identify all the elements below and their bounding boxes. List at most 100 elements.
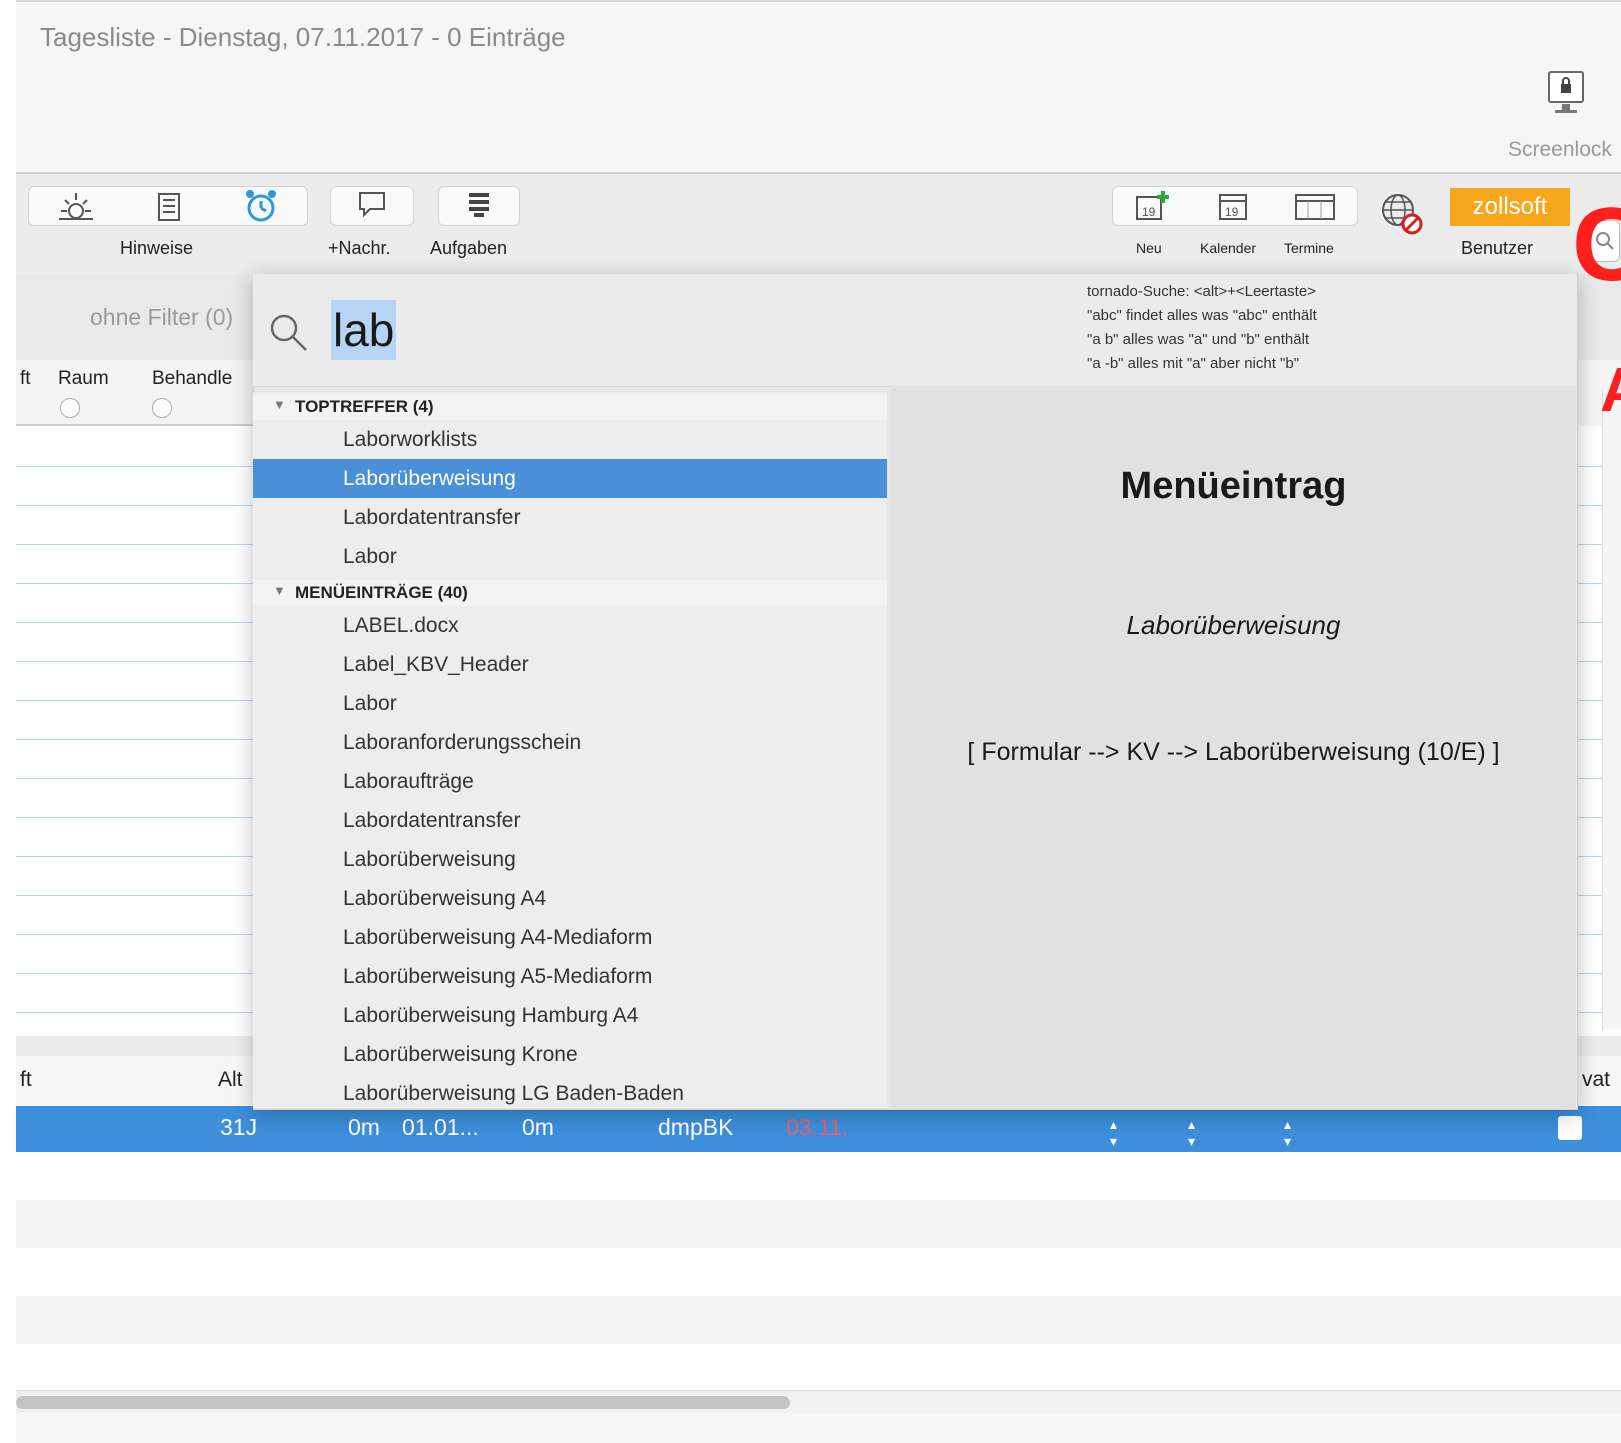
list-item[interactable]: Laborüberweisung A5-Mediaform	[253, 957, 887, 996]
search-input[interactable]: lab	[331, 300, 397, 360]
list-item-selected[interactable]: Laborüberweisung	[253, 459, 887, 498]
column-header-behandler[interactable]: Behandle	[152, 368, 232, 390]
cell-date: 01.01...	[402, 1114, 479, 1140]
list-item-label: Labordatentransfer	[343, 809, 521, 832]
list-item-label: Labor	[343, 545, 397, 568]
benutzer-label: Benutzer	[1461, 238, 1534, 258]
new-appointment-icon[interactable]: 19	[1133, 189, 1173, 228]
nachr-label: +Nachr.	[328, 238, 391, 258]
annotation-letter-c: C	[1572, 187, 1621, 303]
stepper-icon[interactable]: ▴ ▾	[1284, 1116, 1291, 1150]
list-item-label: Laborworklists	[343, 428, 478, 451]
cell-code: dmpBK	[658, 1114, 734, 1140]
appointments-icon[interactable]	[1293, 189, 1337, 228]
left-margin	[0, 0, 16, 1441]
hinweise-button-group	[28, 186, 308, 226]
list-item[interactable]: Labordatentransfer	[253, 498, 887, 537]
list-item[interactable]: Laborworklists	[253, 420, 887, 459]
list-item[interactable]: Laboraufträge	[253, 762, 887, 801]
svg-text:19: 19	[1142, 205, 1156, 219]
list-item-label: Laborüberweisung Hamburg A4	[343, 1004, 639, 1027]
offline-globe-icon[interactable]	[1378, 190, 1426, 243]
table-row[interactable]	[16, 1152, 1621, 1200]
section-title: MENÜEINTRÄGE (40)	[295, 583, 468, 602]
list-item-label: Laborüberweisung	[343, 848, 516, 871]
annotation-letter-a: A	[1600, 360, 1621, 422]
detail-item-name: Laborüberweisung	[1126, 610, 1341, 640]
list-item-label: Laboraufträge	[343, 770, 474, 793]
behandler-filter-radio[interactable]	[152, 398, 172, 418]
list-item[interactable]: Laborüberweisung A4-Mediaform	[253, 918, 887, 957]
disclosure-triangle-icon[interactable]: ▼	[273, 397, 286, 412]
stepper-icon[interactable]: ▴ ▾	[1110, 1116, 1117, 1150]
screenlock-icon[interactable]	[1535, 70, 1595, 124]
column-header-raum[interactable]: Raum	[58, 368, 109, 390]
popup-search-bar	[253, 274, 1576, 387]
table-row[interactable]	[16, 1200, 1621, 1248]
help-line: "a b" alles was "a" und "b" enthält	[1087, 331, 1310, 348]
lower-column-header-alter[interactable]: Alt	[218, 1068, 243, 1092]
calendar-icon[interactable]: 19	[1215, 189, 1251, 228]
detail-heading: Menüeintrag	[1120, 465, 1347, 507]
horizontal-scroll-thumb[interactable]	[16, 1396, 790, 1409]
aufgaben-label: Aufgaben	[430, 238, 508, 258]
lower-column-header-ft[interactable]: ft	[20, 1068, 32, 1092]
window-title: Tagesliste - Dienstag, 07.11.2017 - 0 Ei…	[40, 22, 566, 52]
help-line: "abc" findet alles was "abc" enthält	[1087, 307, 1317, 324]
list-item[interactable]: Laborüberweisung Hamburg A4	[253, 996, 887, 1035]
list-item[interactable]: Labor	[253, 537, 887, 576]
raum-filter-radio[interactable]	[60, 398, 80, 418]
list-item-label: Laborüberweisung A4	[343, 887, 547, 910]
user-brand-badge[interactable]: zollsoft	[1450, 188, 1570, 226]
list-item-label: LABEL.docx	[343, 614, 459, 637]
speech-bubble-icon	[357, 190, 387, 223]
stepper-icon[interactable]: ▴ ▾	[1188, 1116, 1195, 1150]
termine-label: Termine	[1284, 240, 1334, 256]
section-header-toptreffer[interactable]: ▼ TOPTREFFER (4)	[253, 394, 887, 420]
sun-icon[interactable]	[57, 191, 95, 228]
hinweise-label: Hinweise	[120, 238, 194, 258]
new-message-button[interactable]	[330, 186, 414, 226]
list-item-label: Label_KBV_Header	[343, 653, 529, 676]
list-item[interactable]: Labor	[253, 684, 887, 723]
cell-red-date: 03.11.	[786, 1114, 849, 1140]
list-item-label: Labordatentransfer	[343, 506, 521, 529]
column-header-ft[interactable]: ft	[20, 368, 31, 390]
alarm-clock-icon[interactable]	[243, 187, 279, 230]
table-row[interactable]	[16, 1344, 1621, 1390]
list-item-label: Laborüberweisung A4-Mediaform	[343, 926, 653, 949]
search-icon	[266, 310, 312, 356]
list-item[interactable]: Label_KBV_Header	[253, 645, 887, 684]
section-title: TOPTREFFER (4)	[295, 397, 434, 416]
neu-label: Neu	[1136, 240, 1162, 256]
table-row-selected[interactable]: 31J 0m 01.01... 0m dmpBK 03.11. ▴ ▾ ▴ ▾ ▴ ▾	[16, 1106, 1621, 1152]
filter-label[interactable]: ohne Filter (0)	[90, 304, 233, 331]
list-item[interactable]: Laborüberweisung A4	[253, 879, 887, 918]
notebook-icon[interactable]	[153, 191, 185, 228]
list-item[interactable]: Laborüberweisung LG Baden-Baden	[253, 1074, 887, 1108]
list-item[interactable]: Labordatentransfer	[253, 801, 887, 840]
list-item[interactable]: LABEL.docx	[253, 606, 887, 645]
vertical-scrollbar[interactable]	[1602, 390, 1621, 1030]
cell-duration-2: 0m	[522, 1114, 554, 1140]
list-item-label: Laborüberweisung LG Baden-Baden	[343, 1082, 684, 1105]
privat-checkbox[interactable]	[1558, 1116, 1582, 1140]
aufgaben-button[interactable]	[438, 186, 520, 226]
list-item-label: Laborüberweisung	[343, 467, 516, 490]
list-item[interactable]: Laborüberweisung Krone	[253, 1035, 887, 1074]
table-row[interactable]	[16, 1296, 1621, 1344]
detail-menu-path: [ Formular --> KV --> Laborüberweisung (…	[967, 738, 1500, 766]
list-item[interactable]: Laboranforderungsschein	[253, 723, 887, 762]
list-item-label: Laborüberweisung A5-Mediaform	[343, 965, 653, 988]
section-header-menueintraege[interactable]: ▼ MENÜEINTRÄGE (40)	[253, 580, 887, 606]
disclosure-triangle-icon[interactable]: ▼	[273, 583, 286, 598]
list-item-label: Laboranforderungsschein	[343, 731, 582, 754]
list-item[interactable]: Laborüberweisung	[253, 840, 887, 879]
results-list: ▼ TOPTREFFER (4) Laborworklists Laborübe…	[253, 392, 887, 1108]
table-row[interactable]	[16, 1248, 1621, 1296]
help-line: tornado-Suche: <alt>+<Leertaste>	[1087, 283, 1316, 300]
lower-column-header-privat[interactable]: vat	[1582, 1068, 1610, 1092]
kalender-label: Kalender	[1200, 240, 1257, 256]
calendar-button-group: 19 19	[1112, 186, 1358, 226]
cell-age: 31J	[220, 1114, 258, 1140]
